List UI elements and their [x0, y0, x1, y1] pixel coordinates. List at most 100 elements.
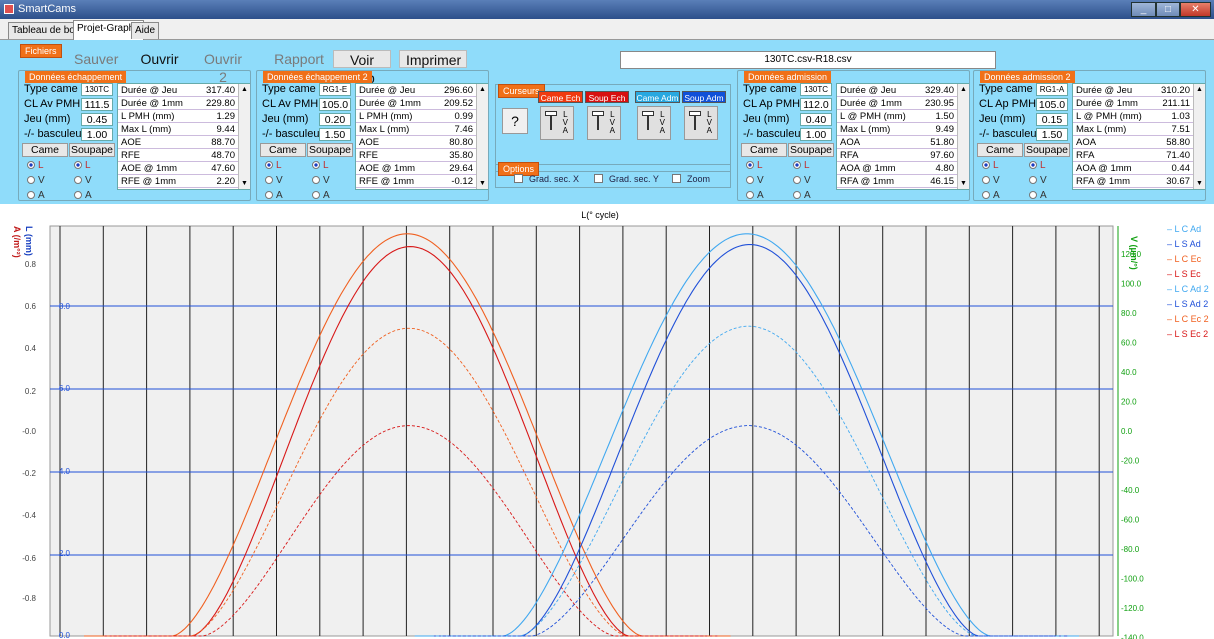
open-button[interactable]: Ouvrir — [133, 50, 186, 68]
came-radio-l[interactable]: L — [982, 160, 999, 171]
table-row: AOE @ 1mm 29.64 — [356, 162, 477, 175]
table-row: RFE @ 1mm -0.12 — [356, 175, 477, 188]
soupape-radio-v[interactable]: V — [793, 175, 811, 186]
type-came-input[interactable]: RG1-E — [319, 83, 351, 96]
scroll-up-icon[interactable]: ▲ — [958, 84, 969, 95]
lift-chart[interactable]: L(° cycle) 0.8 0.6 0.4 0.2 -0.0 -0.2 -0.4 -0.6 -0… — [0, 204, 1214, 639]
soupape-radio-l[interactable]: L — [74, 160, 91, 171]
soupape-radio-a[interactable]: A — [74, 190, 92, 201]
type-came-input[interactable]: RG1-A — [1036, 83, 1068, 96]
soupape-radio-a[interactable]: A — [793, 190, 811, 201]
close-icon[interactable]: ✕ — [1180, 2, 1211, 17]
type-came-input[interactable]: 130TC — [800, 83, 832, 96]
tab-aide[interactable]: Aide — [131, 22, 160, 39]
jeu-input[interactable]: 0.45 — [81, 113, 113, 126]
basculeur-input[interactable]: 1.00 — [800, 128, 832, 141]
view-report-button[interactable]: Voir Rap — [333, 50, 391, 86]
came-radio-l[interactable]: L — [27, 160, 44, 171]
maximize-icon[interactable]: □ — [1156, 2, 1180, 17]
cam-data-group-2: Données admission Type came 130TC CL Ap PMH… — [737, 70, 970, 201]
grad-sec-x-checkbox[interactable]: Grad. sec. X — [514, 174, 579, 184]
v-tick-label: 40.0 — [1121, 368, 1137, 377]
grad-sec-y-checkbox[interactable]: Grad. sec. Y — [594, 174, 659, 184]
cl-input[interactable]: 112.0 — [800, 98, 832, 111]
minimize-icon[interactable]: _ — [1131, 2, 1156, 17]
cursor-came-ech-slider[interactable]: LVA — [540, 106, 574, 140]
basculeur-input[interactable]: 1.50 — [1036, 128, 1068, 141]
report-button[interactable]: Rapport — [268, 50, 330, 68]
soupape-radio-l[interactable]: L — [793, 160, 810, 171]
zoom-checkbox[interactable]: Zoom — [672, 174, 710, 184]
table-row: L @ PMH (mm) 1.50 — [837, 110, 958, 123]
type-came-input[interactable]: 130TC — [81, 83, 113, 96]
came-radio-l[interactable]: L — [746, 160, 763, 171]
scroll-down-icon[interactable]: ▼ — [958, 178, 969, 189]
soupape-radio-v[interactable]: V — [74, 175, 92, 186]
came-radio-a[interactable]: A — [27, 190, 45, 201]
type-came-label: Type came — [262, 83, 316, 95]
scroll-up-icon[interactable]: ▲ — [1194, 84, 1205, 95]
cursor-came-ech-button[interactable]: Came Ech — [538, 91, 583, 103]
jeu-input[interactable]: 0.15 — [1036, 113, 1068, 126]
cursor-soup-ech-button[interactable]: Soup Ech — [585, 91, 629, 103]
basculeur-input[interactable]: 1.50 — [319, 128, 351, 141]
jeu-input[interactable]: 0.20 — [319, 113, 351, 126]
came-radio-v[interactable]: V — [982, 175, 1000, 186]
came-radio-v[interactable]: V — [27, 175, 45, 186]
legend-entry: – L C Ad — [1167, 224, 1201, 234]
v-tick-label: -140.0 — [1121, 634, 1144, 639]
legend-entry: – L C Ec 2 — [1167, 314, 1209, 324]
table-scrollbar[interactable]: ▲ ▼ — [957, 84, 969, 189]
basculeur-label: -/- basculeur — [24, 128, 86, 140]
scroll-up-icon[interactable]: ▲ — [239, 84, 250, 95]
came-radio-l[interactable]: L — [265, 160, 282, 171]
scroll-up-icon[interactable]: ▲ — [477, 84, 488, 95]
table-scrollbar[interactable]: ▲ ▼ — [238, 84, 250, 189]
cl-input[interactable]: 105.0 — [1036, 98, 1068, 111]
open2-button[interactable]: Ouvrir 2 — [193, 50, 253, 85]
print-button[interactable]: Imprimer — [399, 50, 467, 68]
table-row: Durée @ 1mm 211.11 — [1073, 97, 1194, 110]
table-scrollbar[interactable]: ▲ ▼ — [476, 84, 488, 189]
save-button[interactable]: Sauver — [68, 50, 124, 68]
cursor-soup-ech-slider[interactable]: LVA — [587, 106, 621, 140]
soupape-radio-l[interactable]: L — [312, 160, 329, 171]
cl-input[interactable]: 111.5 — [81, 98, 113, 111]
basculeur-label: -/- basculeur — [979, 128, 1041, 140]
soupape-radio-a[interactable]: A — [1029, 190, 1047, 201]
window-title: SmartCams — [18, 3, 77, 15]
soupape-radio-v[interactable]: V — [312, 175, 330, 186]
came-column-header: Came — [741, 143, 787, 157]
table-row: RFA @ 1mm 30.67 — [1073, 175, 1194, 188]
soupape-radio-v[interactable]: V — [1029, 175, 1047, 186]
came-radio-a[interactable]: A — [265, 190, 283, 201]
cursors-group: Curseurs Came Ech Soup Ech Came Adm Soup… — [495, 84, 731, 172]
a-axis-label: A (/m°²) — [12, 226, 22, 258]
cursor-soup-adm-slider[interactable]: LVA — [684, 106, 718, 140]
scroll-down-icon[interactable]: ▼ — [477, 178, 488, 189]
table-scrollbar[interactable]: ▲ ▼ — [1193, 84, 1205, 189]
cl-label: CL Av PMH — [24, 98, 81, 110]
legend-entry: – L S Ec — [1167, 269, 1201, 279]
scroll-down-icon[interactable]: ▼ — [1194, 178, 1205, 189]
basculeur-input[interactable]: 1.00 — [81, 128, 113, 141]
help-button[interactable]: ? — [502, 108, 528, 134]
cl-input[interactable]: 105.0 — [319, 98, 351, 111]
soupape-radio-l[interactable]: L — [1029, 160, 1046, 171]
l-tick-label: 4.0 — [59, 467, 71, 476]
app-icon — [4, 4, 14, 14]
came-radio-a[interactable]: A — [746, 190, 764, 201]
cursor-came-adm-slider[interactable]: LVA — [637, 106, 671, 140]
a-tick-label: -0.2 — [22, 469, 36, 478]
cursor-soup-adm-button[interactable]: Soup Adm — [682, 91, 726, 103]
l-tick-label: 8.0 — [59, 302, 71, 311]
came-radio-v[interactable]: V — [746, 175, 764, 186]
jeu-label: Jeu (mm) — [24, 113, 71, 125]
jeu-input[interactable]: 0.40 — [800, 113, 832, 126]
cursor-came-adm-button[interactable]: Came Adm — [635, 91, 680, 103]
came-radio-v[interactable]: V — [265, 175, 283, 186]
soupape-radio-a[interactable]: A — [312, 190, 330, 201]
table-row: L @ PMH (mm) 1.03 — [1073, 110, 1194, 123]
scroll-down-icon[interactable]: ▼ — [239, 178, 250, 189]
came-radio-a[interactable]: A — [982, 190, 1000, 201]
